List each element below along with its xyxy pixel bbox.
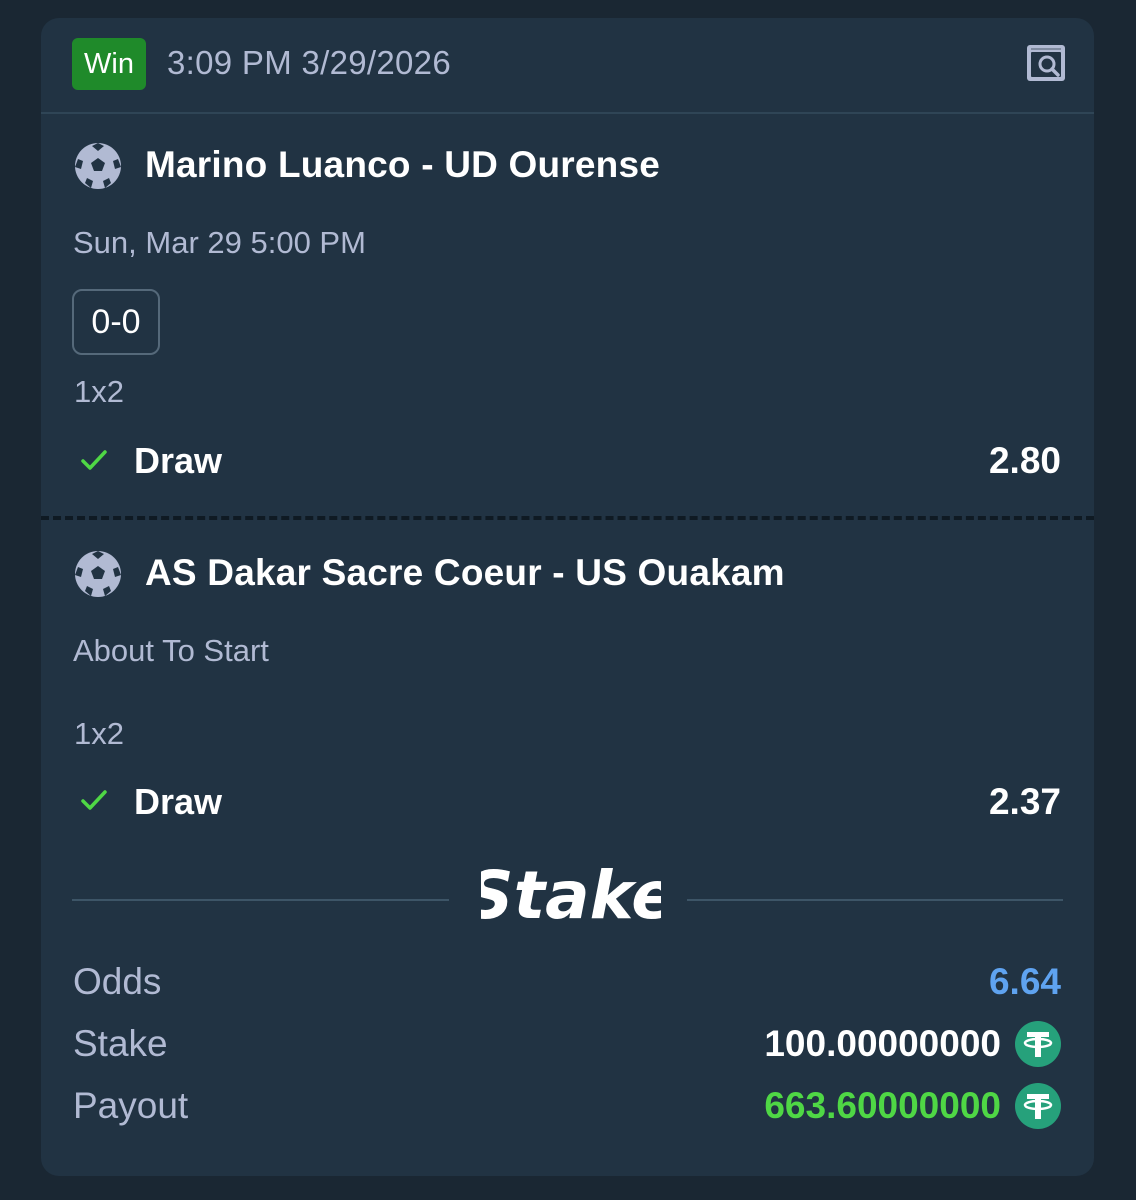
brand-divider-right (687, 899, 1063, 901)
leg-odds: 2.37 (988, 781, 1061, 822)
stake-label: Stake (73, 1023, 168, 1064)
event-title-link[interactable]: Marino Luanco - UD Ourense (145, 144, 660, 186)
tether-usdt-icon (1015, 1021, 1061, 1067)
status-badge: Win (72, 38, 146, 90)
event-start-time: Sun, Mar 29 5:00 PM (73, 225, 366, 260)
bet-slip-card: Win 3:09 PM 3/29/2026 Marino Luanco - UD… (41, 18, 1094, 1176)
tether-usdt-icon (1015, 1083, 1061, 1129)
event-status: About To Start (73, 633, 269, 668)
bet-timestamp: 3:09 PM 3/29/2026 (167, 44, 451, 81)
payout-amount: 663.60000000 (764, 1085, 1001, 1126)
stake-logo: Stake (466, 846, 676, 946)
leg-odds: 2.80 (988, 440, 1061, 481)
brand-divider-left (72, 899, 449, 901)
stake-logo-text: Stake (481, 857, 661, 934)
score-badge: 0-0 (72, 289, 160, 355)
market-name: 1x2 (74, 716, 124, 751)
leg-divider (41, 516, 1094, 520)
event-title-link[interactable]: AS Dakar Sacre Coeur - US Ouakam (145, 552, 785, 594)
market-name: 1x2 (74, 374, 124, 409)
odds-label: Odds (73, 961, 162, 1002)
soccer-ball-icon (75, 143, 121, 189)
stake-logo-mark: Stake (466, 857, 676, 934)
check-icon (81, 790, 107, 810)
soccer-ball-icon (75, 551, 121, 597)
total-odds: 6.64 (988, 961, 1061, 1002)
bet-header: Win 3:09 PM 3/29/2026 (41, 18, 1094, 114)
selection-name: Draw (134, 781, 223, 822)
check-icon (81, 450, 107, 470)
payout-label: Payout (73, 1085, 189, 1126)
search-receipt-icon (1027, 45, 1065, 81)
selection-name: Draw (134, 440, 223, 481)
stake-amount: 100.00000000 (764, 1023, 1001, 1064)
bet-details-button[interactable] (1025, 42, 1067, 84)
